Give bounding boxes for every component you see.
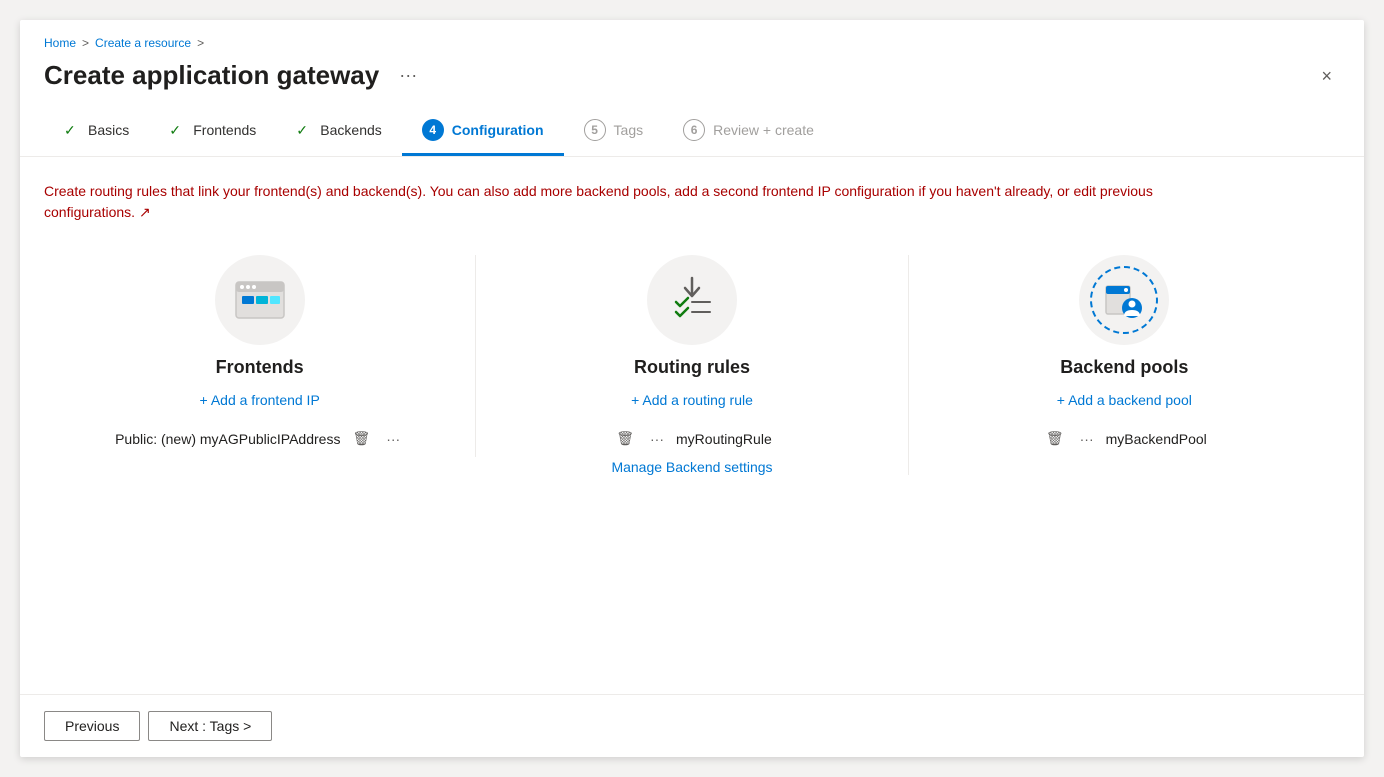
create-gateway-panel: Home > Create a resource > Create applic… xyxy=(20,20,1364,757)
routing-delete-button[interactable]: 🗑 xyxy=(612,428,638,449)
breadcrumb-create-resource[interactable]: Create a resource xyxy=(95,36,191,50)
backends-delete-button[interactable]: 🗑 xyxy=(1042,428,1068,449)
backends-item-label: myBackendPool xyxy=(1106,431,1207,447)
frontends-check-icon: ✓ xyxy=(169,122,185,138)
routing-icon xyxy=(666,276,718,324)
manage-backend-settings-link[interactable]: Manage Backend settings xyxy=(611,459,772,475)
page-title: Create application gateway xyxy=(44,60,379,91)
panel-footer: Previous Next : Tags > xyxy=(20,694,1364,757)
backends-check-icon: ✓ xyxy=(296,122,312,138)
backends-icon-wrap xyxy=(1079,255,1169,345)
tab-tags-label: Tags xyxy=(614,122,644,138)
breadcrumb-home[interactable]: Home xyxy=(44,36,76,50)
title-row: Create application gateway ··· × xyxy=(44,60,1340,91)
routing-item-sub: 🗑 ··· myRoutingRule Manage Backend setti… xyxy=(492,428,891,475)
tab-backends-label: Backends xyxy=(320,122,381,138)
breadcrumb-sep2: > xyxy=(197,36,204,50)
frontends-column: Frontends + Add a frontend IP Public: (n… xyxy=(44,255,476,457)
title-left: Create application gateway ··· xyxy=(44,60,425,91)
frontends-icon-circle xyxy=(215,255,305,345)
configuration-num: 4 xyxy=(422,119,444,141)
backends-item-row: 🗑 ··· myBackendPool xyxy=(925,428,1324,449)
add-routing-rule-link[interactable]: + Add a routing rule xyxy=(631,392,753,408)
backends-column: Backend pools + Add a backend pool 🗑 ···… xyxy=(909,255,1340,457)
backends-title: Backend pools xyxy=(1060,357,1188,378)
tab-tags[interactable]: 5 Tags xyxy=(564,107,664,156)
routing-more-button[interactable]: ··· xyxy=(646,429,668,449)
frontends-more-button[interactable]: ··· xyxy=(382,429,404,449)
ellipsis-button[interactable]: ··· xyxy=(391,61,425,90)
tab-configuration-label: Configuration xyxy=(452,122,544,138)
frontends-title: Frontends xyxy=(216,357,304,378)
tab-backends[interactable]: ✓ Backends xyxy=(276,110,401,153)
next-button[interactable]: Next : Tags > xyxy=(148,711,272,741)
routing-item-label: myRoutingRule xyxy=(676,431,772,447)
tab-configuration[interactable]: 4 Configuration xyxy=(402,107,564,156)
routing-item-row: 🗑 ··· myRoutingRule xyxy=(492,428,891,449)
tab-review-label: Review + create xyxy=(713,122,814,138)
routing-title: Routing rules xyxy=(634,357,750,378)
review-num: 6 xyxy=(683,119,705,141)
panel-header: Home > Create a resource > Create applic… xyxy=(20,20,1364,157)
tab-frontends[interactable]: ✓ Frontends xyxy=(149,110,276,153)
breadcrumb-sep1: > xyxy=(82,36,89,50)
backends-icon xyxy=(1102,278,1146,322)
close-button[interactable]: × xyxy=(1313,63,1340,89)
frontends-delete-button[interactable]: 🗑 xyxy=(348,428,374,449)
tabs-bar: ✓ Basics ✓ Frontends ✓ Backends 4 Config… xyxy=(44,107,1340,156)
tags-num: 5 xyxy=(584,119,606,141)
backends-icon-dashed xyxy=(1090,266,1158,334)
tab-review[interactable]: 6 Review + create xyxy=(663,107,834,156)
tab-frontends-label: Frontends xyxy=(193,122,256,138)
frontends-item-row: Public: (new) myAGPublicIPAddress 🗑 ··· xyxy=(60,428,459,449)
backends-more-button[interactable]: ··· xyxy=(1076,429,1098,449)
tab-basics[interactable]: ✓ Basics xyxy=(44,110,149,153)
routing-icon-circle xyxy=(647,255,737,345)
panel-content: Create routing rules that link your fron… xyxy=(20,157,1364,694)
previous-button[interactable]: Previous xyxy=(44,711,140,741)
add-frontend-ip-link[interactable]: + Add a frontend IP xyxy=(200,392,320,408)
routing-column: Routing rules + Add a routing rule 🗑 ···… xyxy=(476,255,908,475)
info-description: Create routing rules that link your fron… xyxy=(44,181,1244,223)
frontends-icon xyxy=(234,280,286,320)
basics-check-icon: ✓ xyxy=(64,122,80,138)
columns-area: Frontends + Add a frontend IP Public: (n… xyxy=(44,255,1340,475)
learn-more-link[interactable]: ↗ xyxy=(139,204,151,220)
tab-basics-label: Basics xyxy=(88,122,129,138)
breadcrumb: Home > Create a resource > xyxy=(44,36,1340,50)
add-backend-pool-link[interactable]: + Add a backend pool xyxy=(1057,392,1192,408)
frontends-item-label: Public: (new) myAGPublicIPAddress xyxy=(115,431,340,447)
